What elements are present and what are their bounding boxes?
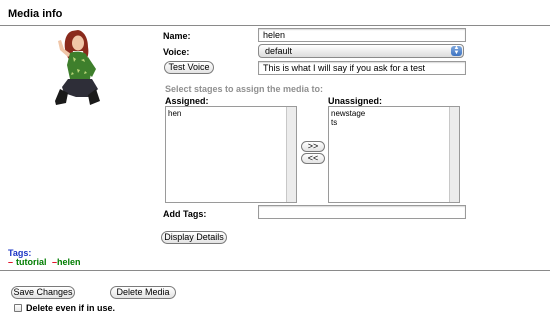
- avatar-figure-icon: [55, 30, 100, 105]
- save-changes-button[interactable]: Save Changes: [11, 286, 75, 299]
- add-tags-field[interactable]: [258, 205, 466, 219]
- stages-hint: Select stages to assign the media to:: [165, 84, 324, 94]
- move-right-button[interactable]: >>: [301, 141, 325, 152]
- test-text-field[interactable]: This is what I will say if you ask for a…: [258, 61, 466, 75]
- assigned-label: Assigned:: [165, 96, 209, 106]
- tag-tutorial[interactable]: tutorial: [16, 257, 47, 267]
- bottom-divider: [0, 270, 550, 271]
- voice-selected-value: default: [265, 46, 293, 56]
- assigned-scrollbar[interactable]: [286, 107, 296, 202]
- name-field[interactable]: helen: [258, 28, 466, 42]
- delete-media-button[interactable]: Delete Media: [110, 286, 176, 299]
- remove-tag-tutorial[interactable]: –: [8, 257, 13, 267]
- delete-even-if-in-use-checkbox[interactable]: [14, 304, 22, 312]
- add-tags-label: Add Tags:: [163, 209, 207, 219]
- section-title: Media info: [8, 8, 63, 20]
- list-item[interactable]: hen: [166, 109, 296, 118]
- test-voice-button[interactable]: Test Voice: [164, 61, 214, 74]
- tag-helen[interactable]: helen: [57, 257, 81, 267]
- unassigned-listbox[interactable]: newstage ts: [328, 106, 460, 203]
- name-label: Name:: [163, 31, 191, 41]
- list-item[interactable]: newstage: [329, 109, 459, 118]
- voice-label: Voice:: [163, 47, 190, 57]
- unassigned-scrollbar[interactable]: [449, 107, 459, 202]
- delete-checkbox-label: Delete even if in use.: [26, 303, 116, 313]
- move-left-button[interactable]: <<: [301, 153, 325, 164]
- tags-list: – tutorial –helen: [8, 257, 81, 267]
- assigned-listbox[interactable]: hen: [165, 106, 297, 203]
- voice-select[interactable]: default ▲ ▼: [258, 44, 464, 58]
- media-thumbnail: [50, 27, 108, 109]
- top-divider: [0, 25, 550, 26]
- display-details-button[interactable]: Display Details: [161, 231, 227, 244]
- list-item[interactable]: ts: [329, 118, 459, 127]
- unassigned-label: Unassigned:: [328, 96, 383, 106]
- chevron-up-down-icon: ▲ ▼: [451, 45, 462, 56]
